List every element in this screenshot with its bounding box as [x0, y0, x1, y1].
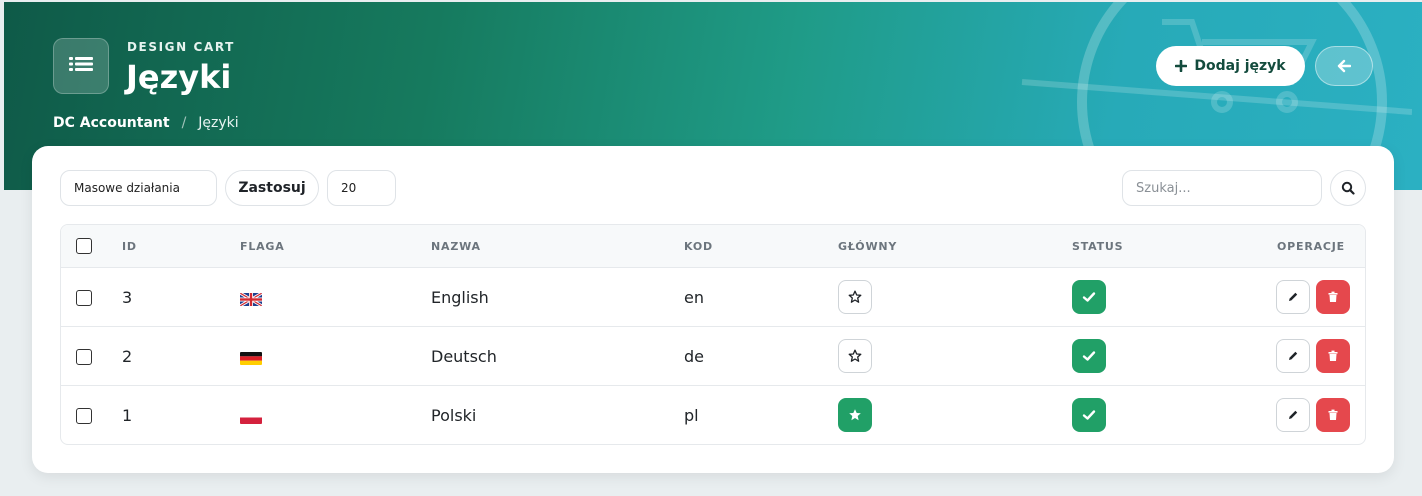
breadcrumb: DC Accountant / Języki [53, 115, 239, 131]
languages-card: Masowe działania Zastosuj 20 ID FLAGA NA… [32, 146, 1394, 473]
apply-button[interactable]: Zastosuj [225, 170, 319, 206]
page-subtitle: DESIGN CART [127, 40, 235, 54]
set-main-button[interactable] [838, 339, 872, 373]
delete-button[interactable] [1316, 280, 1350, 314]
plus-icon [1175, 60, 1188, 72]
trash-icon [1328, 409, 1338, 420]
star-filled-icon [849, 409, 861, 421]
search-icon [1341, 181, 1355, 195]
de-flag-icon [240, 352, 262, 365]
status-toggle-button[interactable] [1072, 398, 1106, 432]
trash-icon [1328, 350, 1338, 361]
star-outline-icon [848, 290, 862, 303]
bulk-actions-select[interactable]: Masowe działania [60, 170, 217, 206]
page-title: Języki [126, 58, 232, 96]
delete-button[interactable] [1316, 339, 1350, 373]
table-header: ID FLAGA NAZWA KOD GŁÓWNY STATUS OPERACJ… [61, 225, 1365, 268]
table-row: 3 English en [61, 268, 1365, 327]
row-code: pl [684, 406, 699, 425]
row-name: Deutsch [431, 347, 497, 366]
status-toggle-button[interactable] [1072, 280, 1106, 314]
list-icon [53, 38, 109, 94]
column-header-main: GŁÓWNY [838, 240, 898, 253]
per-page-select[interactable]: 20 [327, 170, 396, 206]
status-toggle-button[interactable] [1072, 339, 1106, 373]
row-code: en [684, 288, 704, 307]
row-id: 2 [122, 347, 133, 366]
edit-button[interactable] [1276, 398, 1310, 432]
add-language-button[interactable]: Dodaj język [1156, 46, 1305, 86]
select-all-checkbox[interactable] [76, 238, 92, 254]
search-button[interactable] [1330, 170, 1366, 206]
check-icon [1082, 292, 1096, 302]
delete-button[interactable] [1316, 398, 1350, 432]
column-header-id: ID [122, 240, 137, 253]
trash-icon [1328, 291, 1338, 302]
column-header-status: STATUS [1072, 240, 1124, 253]
main-language-button[interactable] [838, 398, 872, 432]
pencil-icon [1289, 351, 1298, 360]
edit-button[interactable] [1276, 339, 1310, 373]
row-id: 1 [122, 406, 133, 425]
star-outline-icon [848, 349, 862, 362]
row-checkbox[interactable] [76, 290, 92, 306]
breadcrumb-current: Języki [198, 115, 239, 131]
breadcrumb-root-link[interactable]: DC Accountant [53, 115, 170, 131]
row-id: 3 [122, 288, 133, 307]
row-checkbox[interactable] [76, 349, 92, 365]
column-header-code: KOD [684, 240, 713, 253]
pl-flag-icon [240, 411, 262, 424]
back-button[interactable] [1315, 46, 1373, 86]
edit-button[interactable] [1276, 280, 1310, 314]
set-main-button[interactable] [838, 280, 872, 314]
breadcrumb-separator: / [181, 115, 187, 131]
table-row: 2 Deutsch de [61, 327, 1365, 386]
languages-table: ID FLAGA NAZWA KOD GŁÓWNY STATUS OPERACJ… [60, 224, 1366, 445]
search-input[interactable] [1122, 170, 1322, 206]
column-header-flag: FLAGA [240, 240, 285, 253]
row-code: de [684, 347, 704, 366]
row-name: English [431, 288, 489, 307]
pencil-icon [1289, 292, 1298, 301]
column-header-name: NAZWA [431, 240, 481, 253]
check-icon [1082, 351, 1096, 361]
add-language-label: Dodaj język [1194, 58, 1286, 74]
uk-flag-icon [240, 293, 262, 306]
table-row: 1 Polski pl [61, 386, 1365, 444]
check-icon [1082, 410, 1096, 420]
pencil-icon [1289, 410, 1298, 419]
arrow-left-icon [1337, 59, 1351, 73]
table-toolbar: Masowe działania Zastosuj 20 [60, 170, 1366, 208]
column-header-operations: OPERACJE [1277, 240, 1345, 253]
row-checkbox[interactable] [76, 408, 92, 424]
row-name: Polski [431, 406, 477, 425]
